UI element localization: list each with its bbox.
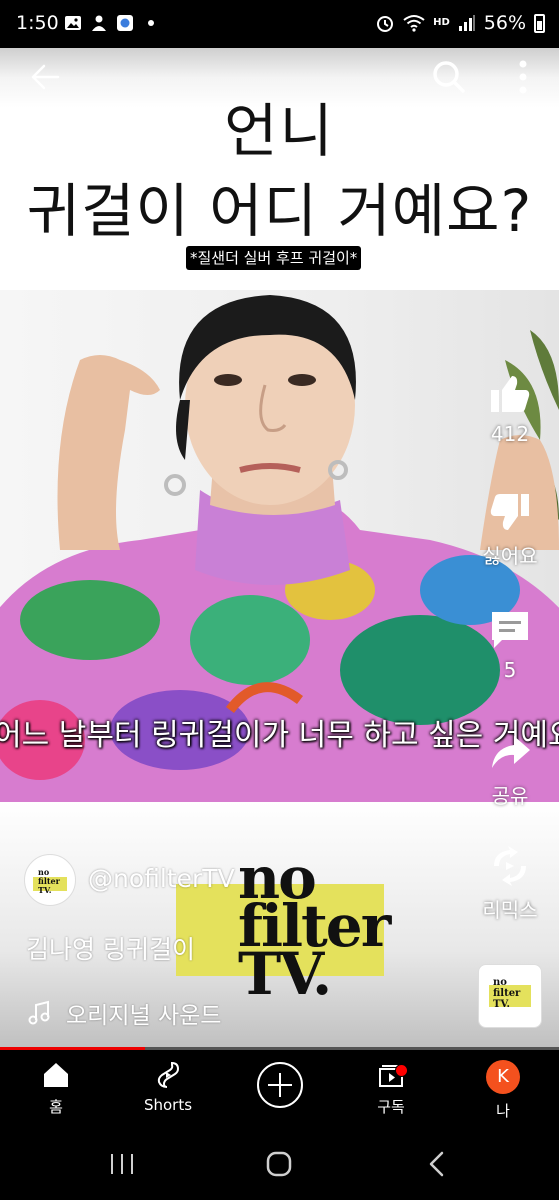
comment-count: 5 [503,658,517,682]
create-plus-icon [257,1062,303,1108]
nav-home[interactable]: 홈 [6,1060,106,1117]
dot-icon [148,20,154,26]
home-icon [44,1063,68,1087]
sound-row[interactable]: 오리지널 사운드 [26,996,221,1030]
share-button[interactable]: 공유 [475,730,545,809]
channel-handle[interactable]: @nofilterTV [88,864,235,893]
battery-percent: 56% [483,12,526,34]
status-time: 1:50 [16,12,59,34]
channel-avatar[interactable]: no filter TV. [24,854,76,906]
shorts-screen: 1:50 HD 56% 언니 귀걸이 어디 거예요? *질샌더 실버 후프 귀걸… [0,0,559,1200]
nav-subscriptions[interactable]: 구독 [341,1060,441,1117]
nav-you[interactable]: K 나 [453,1060,553,1121]
recent-apps-icon[interactable] [102,1146,142,1182]
system-home-icon[interactable] [259,1146,299,1182]
thumbs-up-icon [491,376,530,412]
dislike-label: 싫어요 [482,544,538,568]
dislike-button[interactable]: 싫어요 [475,490,545,569]
like-count: 412 [490,422,530,446]
gallery-icon [65,16,81,30]
signal-icon [458,15,475,31]
nav-subscriptions-label: 구독 [377,1098,405,1116]
video-headline-line1: 언니 [224,97,335,165]
avatar-logo: no filter TV. [38,867,60,895]
like-button[interactable]: 412 [475,372,545,446]
user-avatar: K [486,1060,520,1094]
sound-label: 오리지널 사운드 [66,1003,222,1029]
remix-button[interactable]: 리믹스 [475,844,545,923]
system-indicators: HD 56% [375,12,545,34]
nofilter-logo-text: no filter TV. [238,849,398,1003]
video-title-card: 언니 귀걸이 어디 거예요? *질샌더 실버 후프 귀걸이* [0,48,559,290]
person-badge-icon [92,15,106,31]
comments-button[interactable]: 5 [475,608,545,682]
thumbs-down-icon [490,494,529,530]
share-label: 공유 [491,784,529,808]
hd-voice-indicator: HD [433,17,450,28]
system-back-icon[interactable] [418,1146,458,1182]
wifi-icon [403,15,425,32]
remix-icon [494,846,526,886]
nav-you-label: 나 [496,1102,510,1120]
remix-label: 리믹스 [482,898,538,922]
bottom-navigation: 홈 Shorts 구독 K 나 [0,1050,559,1128]
video-headline-line2: 귀걸이 어디 거예요? [26,177,533,245]
sound-thumb-logo: no filter TV. [493,977,521,1010]
subscriptions-badge-dot [395,1064,408,1077]
app-notification-icon [117,15,133,31]
status-bar: 1:50 HD 56% [0,0,559,48]
more-options-icon[interactable] [502,56,544,98]
notification-icons [64,14,160,32]
comment-icon [492,612,528,648]
nav-shorts[interactable]: Shorts [118,1060,218,1114]
nav-create[interactable] [230,1060,330,1108]
shorts-icon [157,1061,180,1088]
short-title[interactable]: 김나영 링귀걸이 [26,930,195,966]
music-note-icon [28,1000,50,1025]
share-arrow-icon [492,736,530,768]
battery-icon [534,13,545,33]
search-icon[interactable] [428,56,470,98]
video-tag-caption: *질샌더 실버 후프 귀걸이* [186,246,362,270]
system-navigation-bar [0,1128,559,1200]
nav-home-label: 홈 [49,1098,63,1116]
back-arrow-icon[interactable] [24,56,66,98]
alarm-icon [377,16,394,32]
nav-shorts-label: Shorts [143,1096,193,1114]
sound-thumbnail[interactable]: no filter TV. [478,964,542,1028]
